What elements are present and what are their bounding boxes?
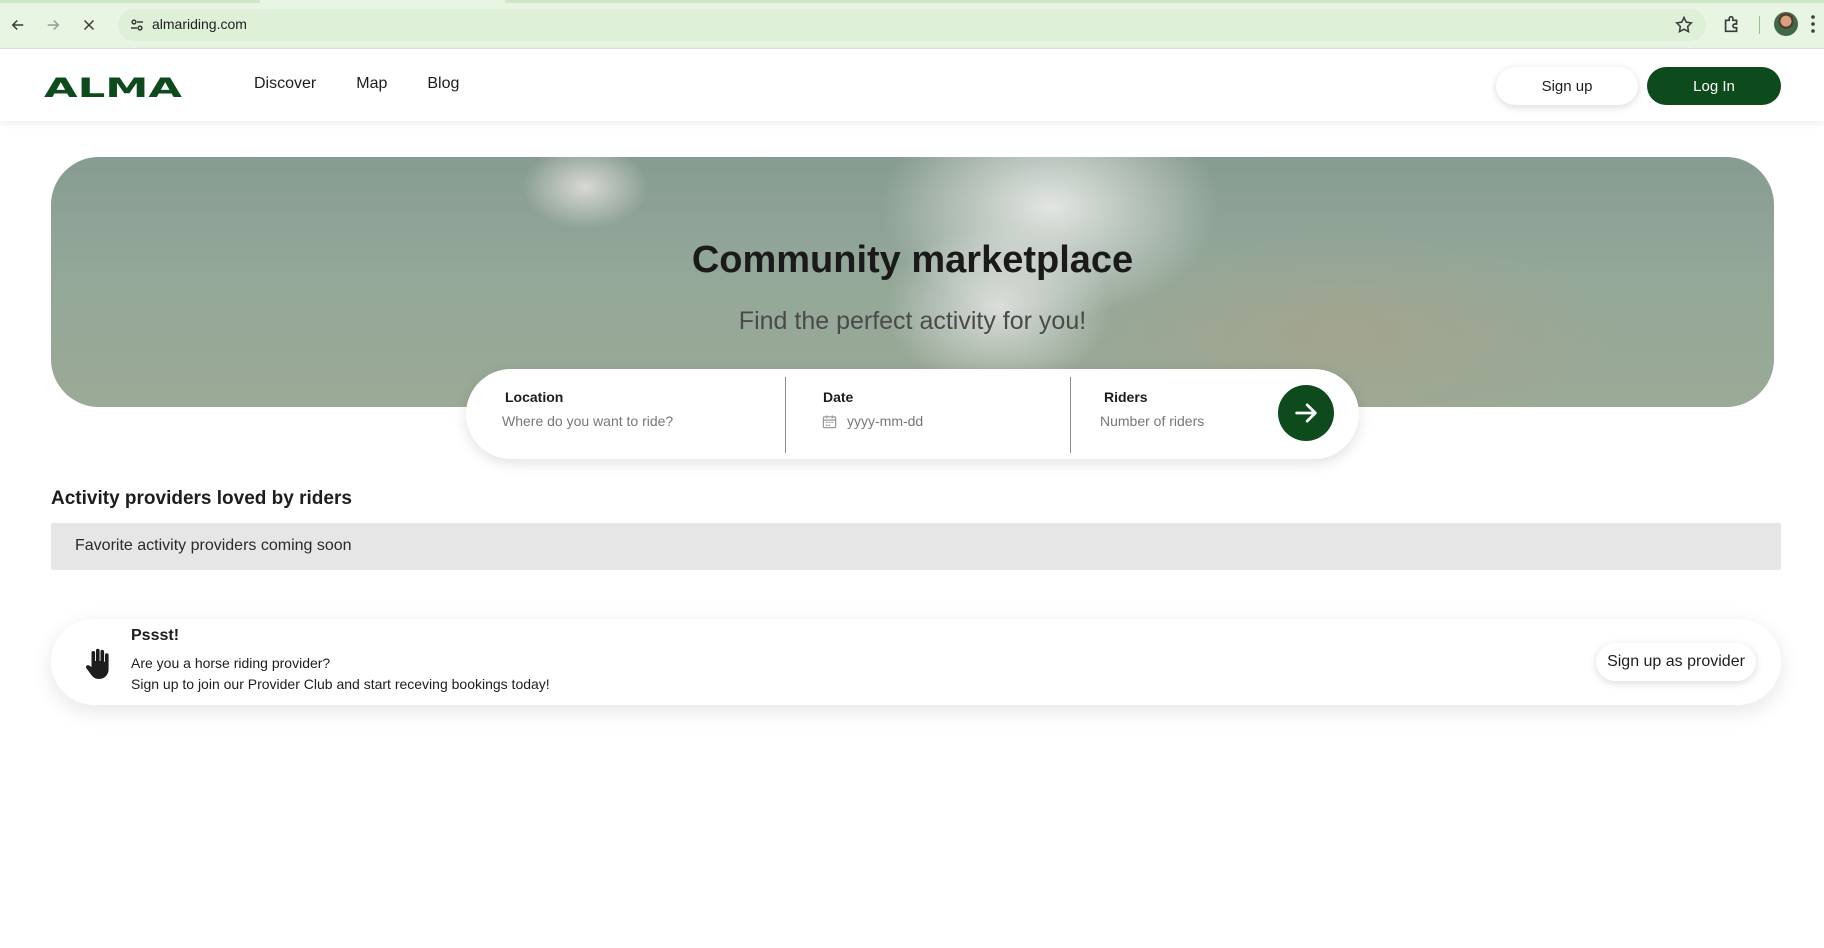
riders-input[interactable]: Number of riders <box>1100 413 1204 429</box>
promo-text-line2: Sign up to join our Provider Club and st… <box>131 676 550 692</box>
nav-discover[interactable]: Discover <box>254 75 316 93</box>
providers-section-title: Activity providers loved by riders <box>51 488 352 509</box>
search-bar: Location Where do you want to ride? Date… <box>466 369 1359 459</box>
search-submit-button[interactable] <box>1278 385 1334 441</box>
hero-title: Community marketplace <box>691 239 1134 281</box>
login-button[interactable]: Log In <box>1647 67 1781 105</box>
providers-empty-text: Favorite activity providers coming soon <box>75 537 352 554</box>
loading-indicator <box>0 0 260 3</box>
promo-title: Pssst! <box>131 627 180 644</box>
browser-toolbar: almariding.com <box>0 0 1824 49</box>
date-label: Date <box>823 389 854 405</box>
signup-provider-button[interactable]: Sign up as provider <box>1596 643 1756 681</box>
nav-blog[interactable]: Blog <box>427 75 459 93</box>
site-header: ALMA Discover Map Blog Sign up Log In <box>0 49 1824 121</box>
main-nav: Discover Map Blog <box>254 75 499 93</box>
close-icon <box>83 19 95 31</box>
provider-promo-card: Pssst! Are you a horse riding provider? … <box>51 619 1781 705</box>
profile-avatar[interactable] <box>1774 12 1798 36</box>
riders-label: Riders <box>1104 389 1148 405</box>
location-label: Location <box>505 389 564 405</box>
forward-button[interactable] <box>38 10 68 40</box>
toolbar-divider <box>1759 16 1760 34</box>
location-field[interactable]: Location Where do you want to ride? <box>466 369 785 459</box>
nav-map[interactable]: Map <box>356 75 387 93</box>
alma-logo[interactable]: ALMA <box>44 75 182 99</box>
stop-loading-button[interactable] <box>74 10 104 40</box>
address-bar[interactable]: almariding.com <box>118 9 1706 41</box>
loading-indicator <box>505 0 1824 3</box>
svg-text:ALMA: ALMA <box>44 75 182 99</box>
more-menu-icon[interactable] <box>1806 14 1820 34</box>
providers-empty-state: Favorite activity providers coming soon <box>51 523 1781 570</box>
hero-subtitle: Find the perfect activity for you! <box>738 307 1087 335</box>
back-button[interactable] <box>3 10 33 40</box>
hand-icon <box>86 648 109 679</box>
location-input[interactable]: Where do you want to ride? <box>502 413 673 429</box>
date-field[interactable]: Date yyyy-mm-dd <box>786 369 1071 459</box>
calendar-icon <box>822 415 837 429</box>
promo-text-line1: Are you a horse riding provider? <box>131 655 331 671</box>
arrow-right-icon <box>47 19 60 31</box>
site-settings-icon[interactable] <box>128 16 146 34</box>
signup-button[interactable]: Sign up <box>1496 67 1638 105</box>
arrow-right-icon <box>1295 403 1317 423</box>
arrow-left-icon <box>11 19 24 31</box>
date-input[interactable]: yyyy-mm-dd <box>847 413 923 429</box>
extensions-icon[interactable] <box>1721 13 1743 35</box>
bookmark-star-icon[interactable] <box>1674 15 1694 35</box>
url-text[interactable]: almariding.com <box>152 16 247 32</box>
riders-field[interactable]: Riders Number of riders <box>1071 369 1271 459</box>
